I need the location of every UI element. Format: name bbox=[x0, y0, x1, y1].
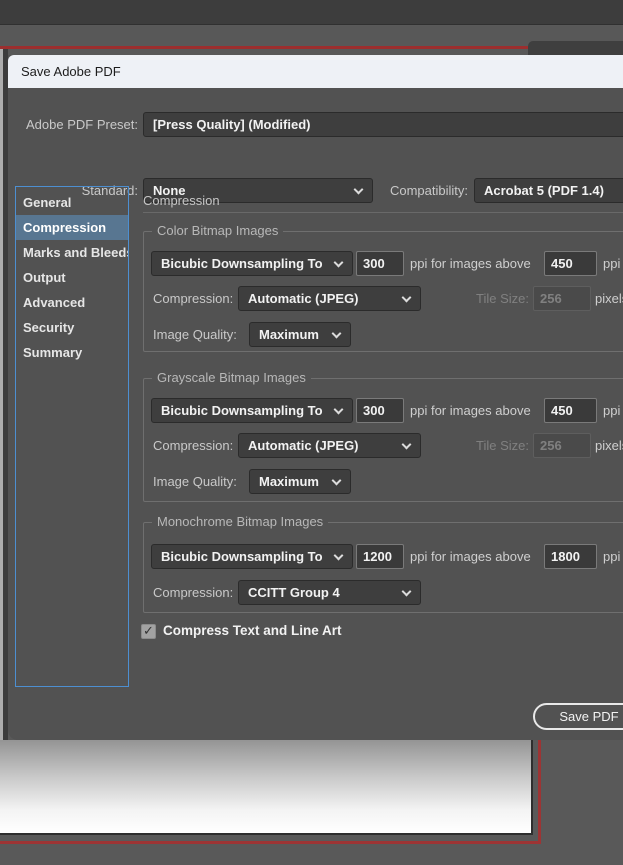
sidebar-item-summary[interactable]: Summary bbox=[16, 340, 128, 365]
monochrome-bitmap-legend: Monochrome Bitmap Images bbox=[152, 514, 328, 529]
color-tile-size-suffix: pixels bbox=[595, 286, 623, 311]
grayscale-downsample-method-value: Bicubic Downsampling To bbox=[161, 399, 323, 422]
grayscale-threshold-input[interactable] bbox=[544, 398, 597, 423]
artboard-guide-line-vertical bbox=[538, 740, 541, 844]
monochrome-compression-label: Compression: bbox=[153, 580, 233, 605]
preset-value: [Press Quality] (Modified) bbox=[153, 113, 310, 136]
monochrome-downsample-method-select[interactable]: Bicubic Downsampling To bbox=[151, 544, 353, 569]
color-image-quality-label: Image Quality: bbox=[153, 322, 237, 347]
grayscale-tile-size-label: Tile Size: bbox=[444, 433, 529, 458]
chevron-down-icon bbox=[332, 329, 342, 339]
grayscale-compression-select[interactable]: Automatic (JPEG) bbox=[238, 433, 421, 458]
color-downsample-method-value: Bicubic Downsampling To bbox=[161, 252, 323, 275]
dialog-titlebar[interactable]: Save Adobe PDF bbox=[8, 55, 623, 88]
monochrome-ppi-input[interactable] bbox=[356, 544, 404, 569]
grayscale-image-quality-value: Maximum bbox=[259, 470, 319, 493]
chevron-down-icon bbox=[402, 293, 412, 303]
artboard-guide-line-top bbox=[0, 46, 530, 49]
chevron-down-icon bbox=[334, 405, 344, 415]
save-adobe-pdf-dialog: Save Adobe PDF Adobe PDF Preset: [Press … bbox=[8, 55, 623, 740]
monochrome-threshold-input[interactable] bbox=[544, 544, 597, 569]
grayscale-compression-label: Compression: bbox=[153, 433, 233, 458]
panel-title: Compression bbox=[143, 193, 220, 208]
grayscale-bitmap-group: Grayscale Bitmap Images Bicubic Downsamp… bbox=[143, 378, 623, 502]
grayscale-downsample-method-select[interactable]: Bicubic Downsampling To bbox=[151, 398, 353, 423]
sidebar-item-marks-and-bleeds[interactable]: Marks and Bleeds bbox=[16, 240, 128, 265]
monochrome-ppi-suffix-label: ppi bbox=[603, 544, 620, 569]
color-tile-size-input bbox=[533, 286, 591, 311]
chevron-down-icon bbox=[334, 551, 344, 561]
monochrome-bitmap-group: Monochrome Bitmap Images Bicubic Downsam… bbox=[143, 522, 623, 613]
chevron-down-icon bbox=[402, 587, 412, 597]
sidebar-item-advanced[interactable]: Advanced bbox=[16, 290, 128, 315]
compress-text-label: Compress Text and Line Art bbox=[163, 621, 342, 641]
chevron-down-icon bbox=[402, 440, 412, 450]
color-ppi-between-label: ppi for images above bbox=[410, 251, 531, 276]
save-pdf-button[interactable]: Save PDF bbox=[533, 703, 623, 730]
color-image-quality-select[interactable]: Maximum bbox=[249, 322, 351, 347]
color-tile-size-label: Tile Size: bbox=[444, 286, 529, 311]
color-image-quality-value: Maximum bbox=[259, 323, 319, 346]
panel-divider bbox=[143, 212, 623, 213]
color-downsample-method-select[interactable]: Bicubic Downsampling To bbox=[151, 251, 353, 276]
compress-text-checkbox[interactable]: ✓ bbox=[141, 624, 156, 639]
color-ppi-suffix-label: ppi bbox=[603, 251, 620, 276]
sidebar-item-security[interactable]: Security bbox=[16, 315, 128, 340]
color-bitmap-legend: Color Bitmap Images bbox=[152, 223, 283, 238]
dialog-sidebar: General Compression Marks and Bleeds Out… bbox=[15, 186, 129, 687]
grayscale-ppi-suffix-label: ppi bbox=[603, 398, 620, 423]
monochrome-downsample-method-value: Bicubic Downsampling To bbox=[161, 545, 323, 568]
preset-select[interactable]: [Press Quality] (Modified) bbox=[143, 112, 623, 137]
color-threshold-input[interactable] bbox=[544, 251, 597, 276]
color-compression-select[interactable]: Automatic (JPEG) bbox=[238, 286, 421, 311]
grayscale-ppi-between-label: ppi for images above bbox=[410, 398, 531, 423]
grayscale-ppi-input[interactable] bbox=[356, 398, 404, 423]
dialog-title: Save Adobe PDF bbox=[21, 55, 121, 88]
artboard-page bbox=[0, 740, 533, 835]
sidebar-item-output[interactable]: Output bbox=[16, 265, 128, 290]
color-compression-value: Automatic (JPEG) bbox=[248, 287, 359, 310]
monochrome-compression-value: CCITT Group 4 bbox=[248, 581, 340, 604]
background-window-tab bbox=[528, 41, 623, 55]
save-pdf-button-label: Save PDF bbox=[559, 709, 618, 724]
compatibility-value: Acrobat 5 (PDF 1.4) bbox=[484, 179, 604, 202]
compatibility-label: Compatibility: bbox=[338, 178, 468, 203]
checkmark-icon: ✓ bbox=[143, 623, 154, 639]
grayscale-tile-size-input bbox=[533, 433, 591, 458]
color-ppi-input[interactable] bbox=[356, 251, 404, 276]
grayscale-compression-value: Automatic (JPEG) bbox=[248, 434, 359, 457]
preset-label: Adobe PDF Preset: bbox=[8, 112, 138, 137]
compatibility-select[interactable]: Acrobat 5 (PDF 1.4) bbox=[474, 178, 623, 203]
monochrome-ppi-between-label: ppi for images above bbox=[410, 544, 531, 569]
chevron-down-icon bbox=[334, 258, 344, 268]
screen: Save Adobe PDF Adobe PDF Preset: [Press … bbox=[0, 0, 623, 865]
chevron-down-icon bbox=[332, 476, 342, 486]
color-bitmap-group: Color Bitmap Images Bicubic Downsampling… bbox=[143, 231, 623, 352]
monochrome-compression-select[interactable]: CCITT Group 4 bbox=[238, 580, 421, 605]
grayscale-bitmap-legend: Grayscale Bitmap Images bbox=[152, 370, 311, 385]
grayscale-image-quality-select[interactable]: Maximum bbox=[249, 469, 351, 494]
grayscale-image-quality-label: Image Quality: bbox=[153, 469, 237, 494]
artboard-guide-line-horizontal bbox=[0, 841, 541, 844]
grayscale-tile-size-suffix: pixels bbox=[595, 433, 623, 458]
sidebar-item-general[interactable]: General bbox=[16, 190, 128, 215]
app-top-band bbox=[0, 0, 623, 25]
sidebar-item-compression[interactable]: Compression bbox=[16, 215, 128, 240]
color-compression-label: Compression: bbox=[153, 286, 233, 311]
